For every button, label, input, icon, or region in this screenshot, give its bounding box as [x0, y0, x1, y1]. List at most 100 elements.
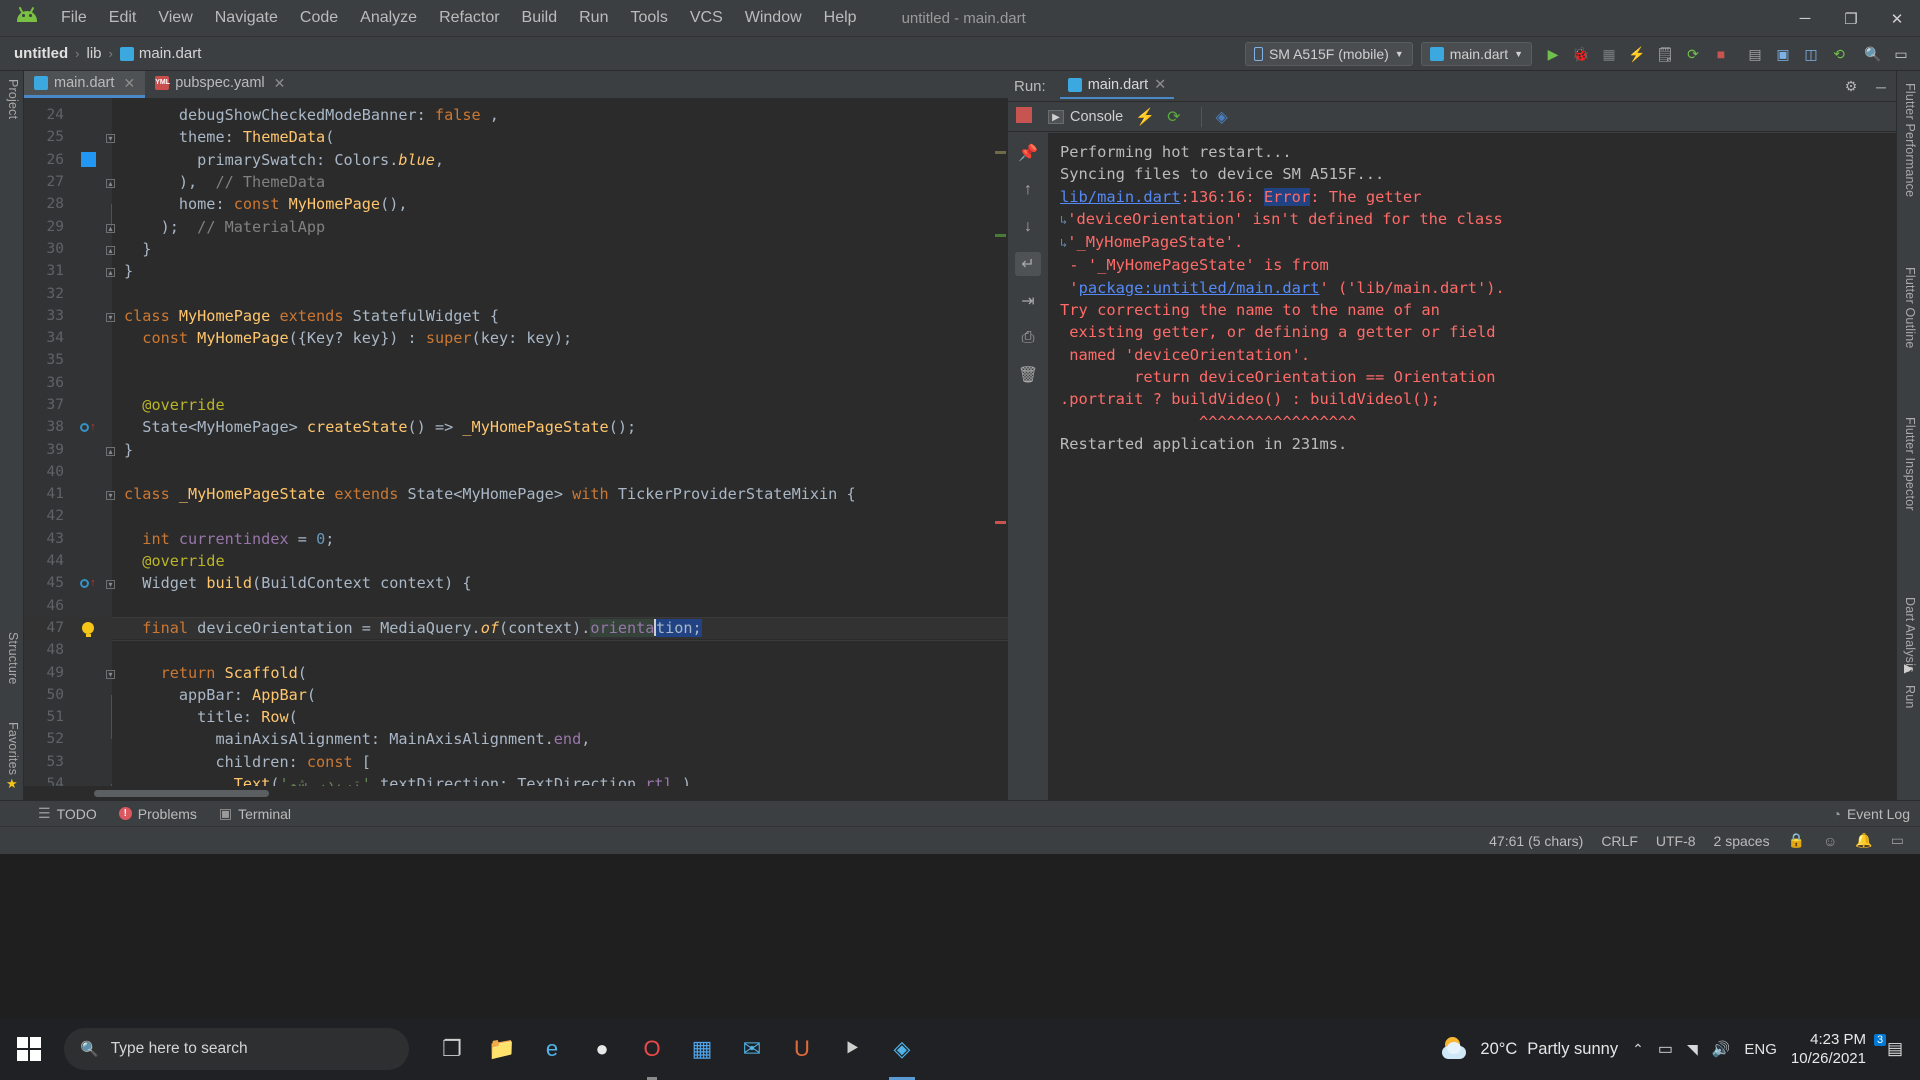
code-text[interactable]: ), // ThemeData [120, 173, 325, 191]
line-separator[interactable]: CRLF [1601, 833, 1638, 849]
code-text[interactable]: const MyHomePage({Key? key}) : super(key… [120, 329, 572, 347]
breadcrumb-file[interactable]: main.dart [139, 45, 202, 62]
menu-item-build[interactable]: Build [511, 5, 569, 31]
scroll-down-icon[interactable]: ↓ [1015, 215, 1041, 239]
code-text[interactable]: Text('تريدر شو',textDirection: TextDirec… [120, 775, 700, 786]
menu-item-file[interactable]: File [50, 5, 98, 31]
fold-end-icon[interactable]: ▴ [106, 240, 120, 258]
minimize-button[interactable]: ─ [1782, 0, 1828, 37]
code-line[interactable]: 24 debugShowCheckedModeBanner: false , [24, 104, 1008, 126]
code-line[interactable]: 44 @override [24, 550, 1008, 572]
sidebar-item-favorites[interactable]: Favorites [0, 716, 24, 781]
fold-end-icon[interactable]: ▴ [106, 441, 120, 459]
code-text[interactable]: return Scaffold( [120, 664, 307, 682]
code-line[interactable]: 30 ▴ } [24, 238, 1008, 260]
minimize-icon[interactable]: ─ [1868, 74, 1894, 100]
editor-scrollbar[interactable] [994, 151, 1008, 786]
code-line[interactable]: 42 [24, 505, 1008, 527]
console-link[interactable]: package:untitled/main.dart [1079, 279, 1320, 297]
code-text[interactable] [120, 374, 133, 392]
lock-icon[interactable]: 🔒 [1788, 832, 1805, 849]
fold-collapse-icon[interactable]: ▾ [106, 307, 120, 325]
microsoft-edge-icon[interactable]: e [527, 1018, 577, 1080]
hot-restart-icon[interactable]: ⟳ [1167, 107, 1180, 127]
stop-square-icon[interactable] [1016, 107, 1032, 123]
code-text[interactable]: int currentindex = 0; [120, 530, 334, 548]
editor-horizontal-scrollbar[interactable] [24, 787, 1008, 800]
code-text[interactable]: mainAxisAlignment: MainAxisAlignment.end… [120, 730, 590, 748]
debug-bug-icon[interactable]: 🐞 [1568, 41, 1594, 67]
code-text[interactable]: State<MyHomePage> createState() => _MyHo… [120, 418, 636, 436]
intention-bulb-icon[interactable] [70, 621, 106, 637]
gradle-sync-icon[interactable]: ⟲ [1826, 41, 1852, 67]
clock[interactable]: 4:23 PM 10/26/2021 [1791, 1030, 1866, 1068]
close-icon[interactable]: ✕ [274, 75, 286, 92]
menu-item-vcs[interactable]: VCS [679, 5, 734, 31]
bottom-item-problems[interactable]: ! Problems [118, 806, 197, 822]
code-text[interactable]: theme: ThemeData( [120, 128, 334, 146]
code-line[interactable]: 53 children: const [ [24, 751, 1008, 773]
menu-item-edit[interactable]: Edit [98, 5, 148, 31]
maximize-button[interactable]: ❐ [1828, 0, 1874, 37]
menu-item-view[interactable]: View [147, 5, 203, 31]
file-encoding[interactable]: UTF-8 [1656, 833, 1696, 849]
code-line[interactable]: 40 [24, 461, 1008, 483]
terminal-icon[interactable]: ⯈ [827, 1018, 877, 1080]
run-tab-main-dart[interactable]: main.dart ✕ [1059, 73, 1175, 99]
search-icon[interactable]: 🔍 [1860, 41, 1886, 67]
code-text[interactable]: @override [120, 552, 224, 570]
weather-widget[interactable]: 20°C Partly sunny [1440, 1037, 1618, 1061]
pin-icon[interactable]: 📌 [1015, 141, 1041, 165]
menu-item-tools[interactable]: Tools [619, 5, 678, 31]
lightning-bolt-icon[interactable]: ⚡ [1135, 107, 1155, 127]
search-input[interactable]: 🔍 Type here to search [64, 1028, 409, 1070]
code-line[interactable]: 27 ▴ ), // ThemeData [24, 171, 1008, 193]
code-text[interactable] [120, 285, 133, 303]
smiley-icon[interactable]: ☺ [1823, 833, 1837, 849]
editor-tab-main-dart[interactable]: main.dart ✕ [24, 71, 146, 98]
opera-browser-icon[interactable]: O [627, 1018, 677, 1080]
devtools-icon[interactable]: 🗒 [1652, 41, 1678, 67]
code-line[interactable]: 50 appBar: AppBar( [24, 684, 1008, 717]
code-text[interactable]: appBar: AppBar( [120, 686, 316, 704]
layout-inspector-icon[interactable]: ◫ [1798, 41, 1824, 67]
code-text[interactable]: debugShowCheckedModeBanner: false , [120, 106, 499, 124]
gear-icon[interactable]: ⚙ [1838, 74, 1864, 100]
code-text[interactable] [120, 351, 133, 369]
print-icon[interactable]: ⎙ [1015, 326, 1041, 350]
fold-end-icon[interactable]: ▴ [106, 173, 120, 191]
code-line[interactable]: 38 ↑ State<MyHomePage> createState() => _… [24, 416, 1008, 438]
breadcrumb-folder[interactable]: lib [87, 45, 102, 62]
console-link[interactable]: lib/main.dart [1060, 188, 1180, 206]
code-text[interactable]: primarySwatch: Colors.blue, [120, 151, 444, 169]
bell-icon[interactable]: 🔔 [1855, 832, 1872, 849]
bottom-item-terminal[interactable]: ▣ Terminal [219, 805, 291, 822]
code-line[interactable]: 34 const MyHomePage({Key? key}) : super(… [24, 327, 1008, 349]
code-line[interactable]: 26 primarySwatch: Colors.blue, [24, 149, 1008, 171]
sidebar-item-project[interactable]: Project [0, 73, 24, 125]
wifi-icon[interactable]: ◥ [1687, 1041, 1698, 1058]
code-text[interactable] [120, 507, 133, 525]
code-text[interactable]: home: const MyHomePage(), [120, 195, 408, 213]
code-text[interactable] [120, 597, 133, 615]
scroll-up-icon[interactable]: ↑ [1015, 178, 1041, 202]
code-line[interactable]: 48 [24, 639, 1008, 661]
close-button[interactable]: ✕ [1874, 0, 1920, 37]
lightning-bolt-icon[interactable]: ⚡ [1624, 41, 1650, 67]
menu-item-run[interactable]: Run [568, 5, 619, 31]
sidebar-item-flutter-outline[interactable]: Flutter Outline [1897, 261, 1920, 355]
code-line[interactable]: 28 home: const MyHomePage(), [24, 193, 1008, 227]
avd-manager-icon[interactable]: ▤ [1742, 41, 1768, 67]
fold-collapse-icon[interactable]: ▾ [106, 485, 120, 503]
code-editor[interactable]: 24 debugShowCheckedModeBanner: false , 25… [24, 98, 1008, 786]
close-icon[interactable]: ✕ [1154, 77, 1166, 93]
menu-item-code[interactable]: Code [289, 5, 349, 31]
bottom-item-todo[interactable]: ☰ TODO [38, 805, 97, 822]
code-text[interactable]: class MyHomePage extends StatefulWidget … [120, 307, 499, 325]
menu-item-navigate[interactable]: Navigate [204, 5, 289, 31]
dart-devtools-icon[interactable]: ◈ [1200, 106, 1228, 127]
code-line[interactable]: 45 ↑ ▾ Widget build(BuildContext context) … [24, 572, 1008, 594]
google-chrome-icon[interactable]: ● [577, 1018, 627, 1080]
run-gutter-icon[interactable]: ↑ [70, 421, 106, 432]
mail-icon[interactable]: ✉ [727, 1018, 777, 1080]
